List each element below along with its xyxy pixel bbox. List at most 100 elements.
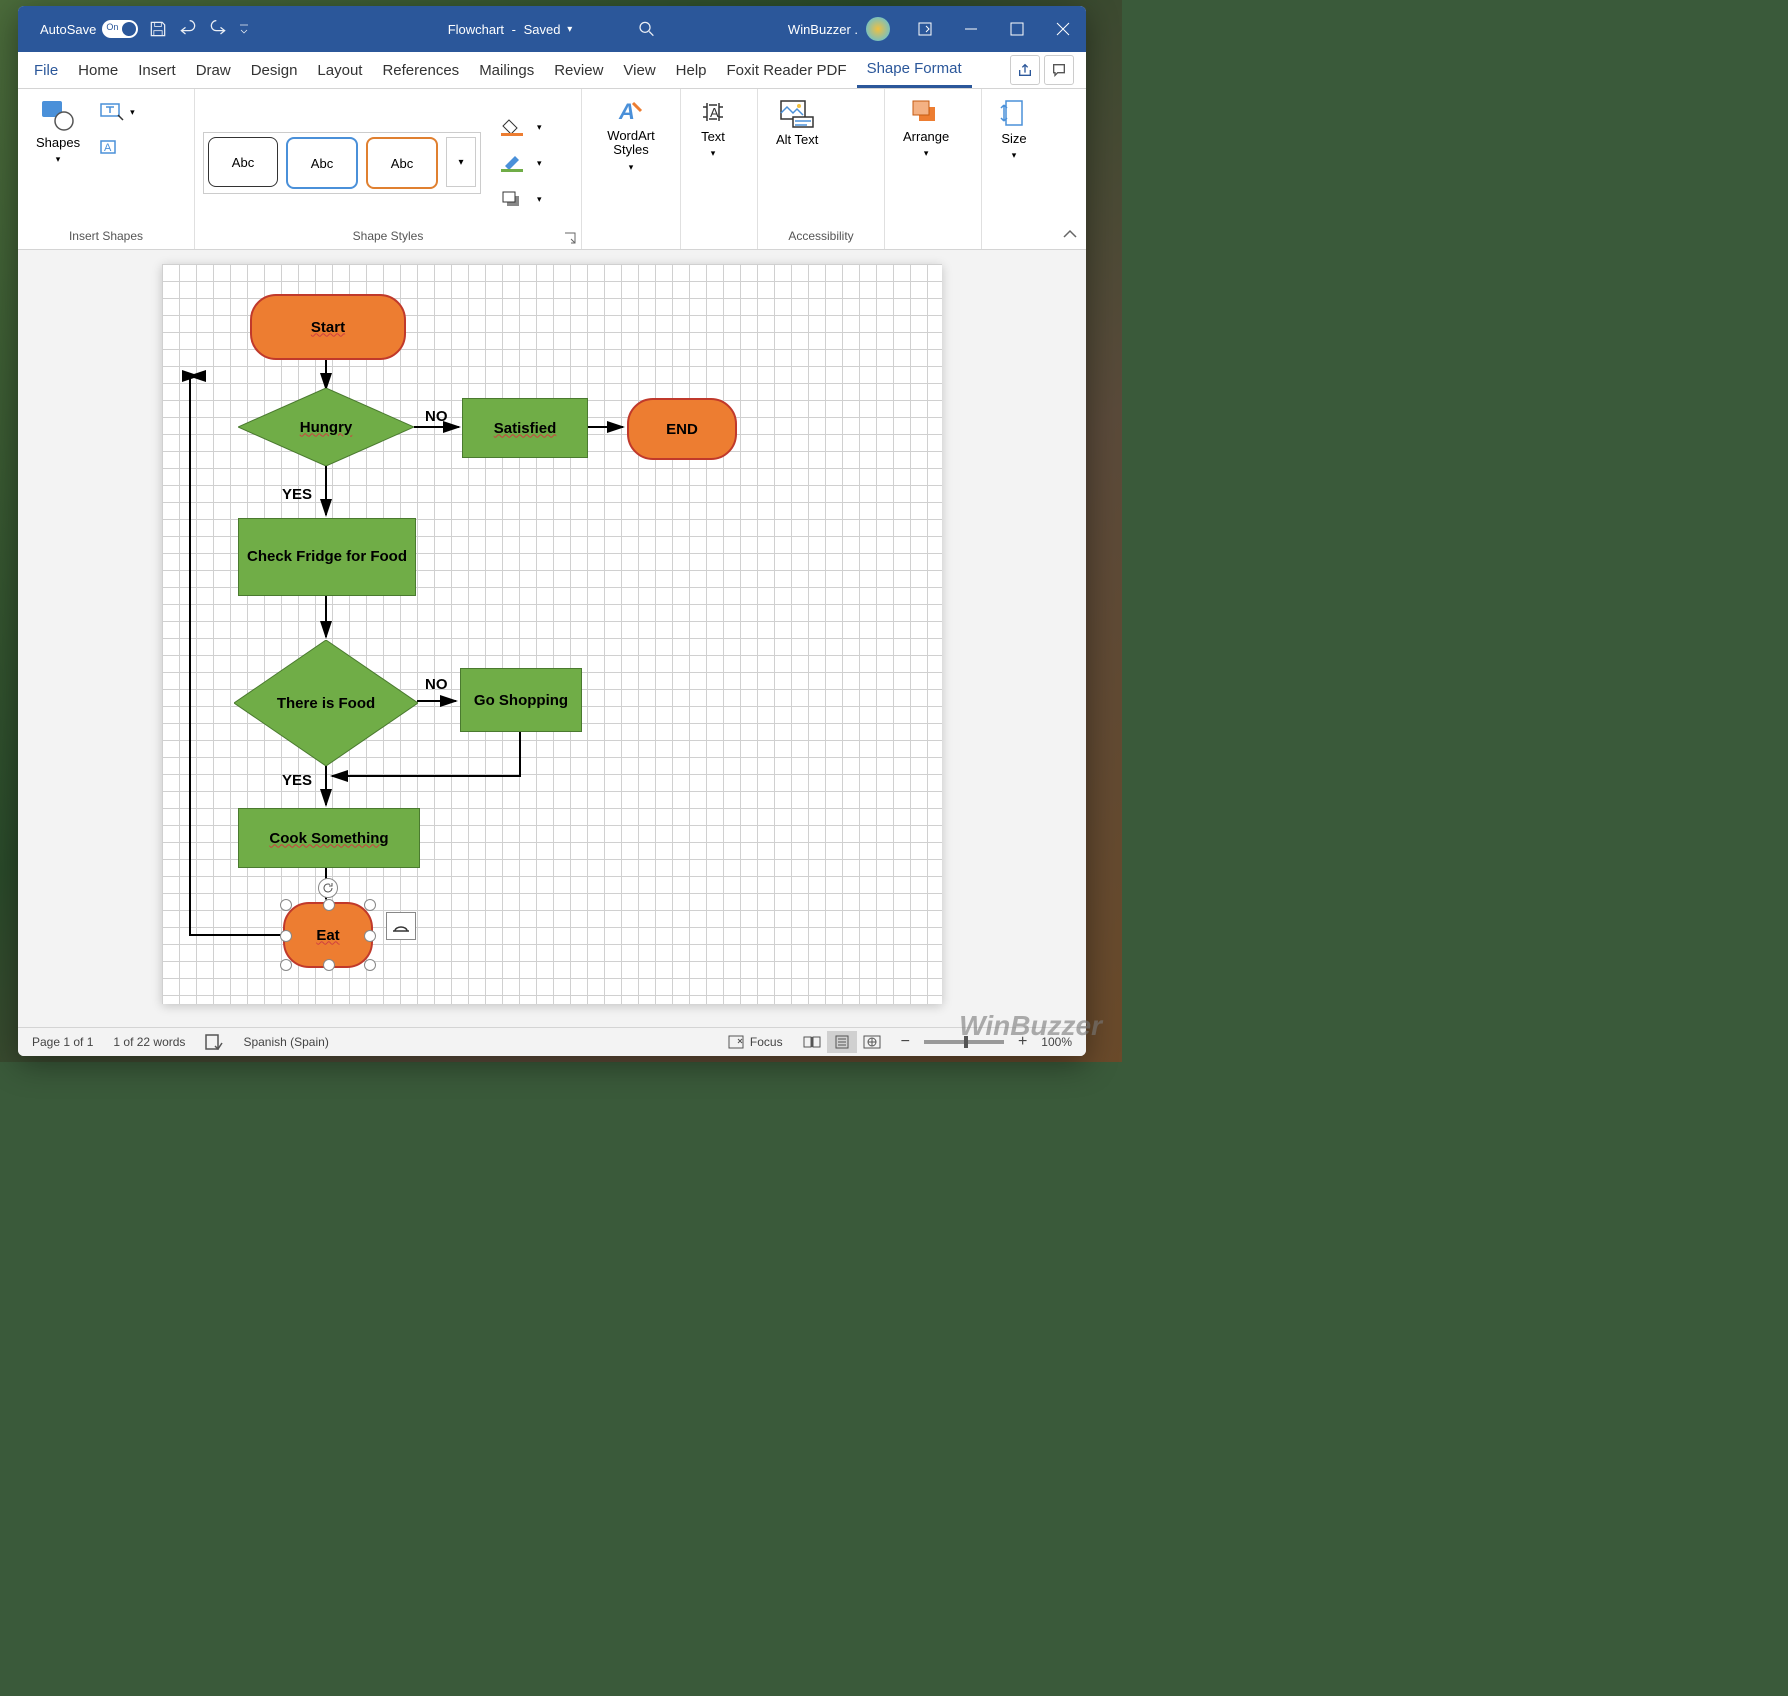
redo-icon[interactable] xyxy=(208,19,228,39)
size-label: Size xyxy=(1001,131,1026,146)
chevron-down-icon[interactable]: ▾ xyxy=(564,24,572,35)
svg-text:A: A xyxy=(618,99,635,124)
shape-outline-button[interactable]: ▾ xyxy=(497,150,546,176)
doc-title: Flowchart xyxy=(448,22,504,37)
collapse-ribbon-icon[interactable] xyxy=(1062,227,1078,243)
wordart-styles-button[interactable]: A WordArt Styles▾ xyxy=(590,93,672,175)
tab-view[interactable]: View xyxy=(613,52,665,88)
shape-end[interactable]: END xyxy=(627,398,737,460)
shape-cook[interactable]: Cook Something xyxy=(238,808,420,868)
status-words[interactable]: 1 of 22 words xyxy=(113,1035,185,1049)
status-language[interactable]: Spanish (Spain) xyxy=(243,1035,328,1049)
style-preview-3[interactable]: Abc xyxy=(366,137,438,189)
zoom-out-button[interactable]: − xyxy=(901,1033,910,1051)
resize-handle[interactable] xyxy=(280,899,292,911)
search-icon[interactable] xyxy=(636,19,656,39)
edge-yes-2: YES xyxy=(282,772,312,789)
shape-eat[interactable]: Eat xyxy=(283,902,373,968)
shape-effects-button[interactable]: ▾ xyxy=(497,186,546,212)
arrange-label: Arrange xyxy=(903,129,949,144)
comments-button[interactable] xyxy=(1044,55,1074,85)
resize-handle[interactable] xyxy=(364,930,376,942)
tab-mailings[interactable]: Mailings xyxy=(469,52,544,88)
share-button[interactable] xyxy=(1010,55,1040,85)
page[interactable]: Start Hungry NO YES Satisfied END Check … xyxy=(162,264,942,1004)
tab-shape-format[interactable]: Shape Format xyxy=(857,52,972,88)
edge-no-1: NO xyxy=(425,408,448,425)
avatar xyxy=(866,17,890,41)
shapes-gallery-button[interactable]: Shapes ▾ xyxy=(26,93,90,167)
user-name: WinBuzzer . xyxy=(788,22,858,37)
draw-textbox-button[interactable]: ▾ xyxy=(96,99,139,125)
status-page[interactable]: Page 1 of 1 xyxy=(32,1035,93,1049)
shape-satisfied[interactable]: Satisfied xyxy=(462,398,588,458)
doc-status[interactable]: Saved xyxy=(524,22,561,37)
watermark: WinBuzzer xyxy=(959,1010,1102,1042)
tab-file[interactable]: File xyxy=(24,52,68,88)
resize-handle[interactable] xyxy=(364,899,376,911)
rotate-handle[interactable] xyxy=(318,878,338,898)
autosave-label: AutoSave xyxy=(40,22,96,37)
resize-handle[interactable] xyxy=(280,930,292,942)
toggle-pill[interactable]: On xyxy=(102,20,138,38)
chevron-down-icon: ▾ xyxy=(56,154,61,165)
print-layout-button[interactable] xyxy=(827,1031,857,1053)
edge-no-2: NO xyxy=(425,676,448,693)
save-icon[interactable] xyxy=(148,19,168,39)
tab-layout[interactable]: Layout xyxy=(307,52,372,88)
resize-handle[interactable] xyxy=(323,959,335,971)
statusbar: Page 1 of 1 1 of 22 words Spanish (Spain… xyxy=(18,1027,1086,1056)
alt-text-button[interactable]: Alt Text xyxy=(766,93,828,149)
qat-customize-icon[interactable] xyxy=(238,19,250,39)
arrange-button[interactable]: Arrange▾ xyxy=(893,93,959,161)
wordart-label: WordArt Styles xyxy=(600,129,662,158)
shape-there-is-food[interactable]: There is Food xyxy=(234,640,418,766)
shape-hungry[interactable]: Hungry xyxy=(238,388,414,466)
tab-review[interactable]: Review xyxy=(544,52,613,88)
tab-design[interactable]: Design xyxy=(241,52,308,88)
minimize-button[interactable] xyxy=(948,6,994,52)
shape-start[interactable]: Start xyxy=(250,294,406,360)
web-layout-button[interactable] xyxy=(857,1031,887,1053)
alt-text-label: Alt Text xyxy=(776,133,818,147)
style-preview-2[interactable]: Abc xyxy=(286,137,358,189)
svg-text:A: A xyxy=(710,105,719,120)
resize-handle[interactable] xyxy=(364,959,376,971)
shape-check-fridge[interactable]: Check Fridge for Food xyxy=(238,518,416,596)
shapes-label: Shapes xyxy=(36,135,80,150)
shape-fill-button[interactable]: ▾ xyxy=(497,114,546,140)
text-button[interactable]: A Text▾ xyxy=(689,93,737,161)
gridlines xyxy=(162,264,942,1004)
ribbon: Shapes ▾ ▾ A Insert Shapes Abc Abc Abc ▾ xyxy=(18,89,1086,250)
edge-yes-1: YES xyxy=(282,486,312,503)
focus-mode[interactable]: Focus xyxy=(728,1035,783,1049)
style-gallery-more[interactable]: ▾ xyxy=(446,137,476,187)
close-button[interactable] xyxy=(1040,6,1086,52)
undo-icon[interactable] xyxy=(178,19,198,39)
dialog-launcher-icon[interactable] xyxy=(563,231,577,245)
resize-handle[interactable] xyxy=(323,899,335,911)
shape-go-shopping[interactable]: Go Shopping xyxy=(460,668,582,732)
tab-foxit[interactable]: Foxit Reader PDF xyxy=(717,52,857,88)
tab-insert[interactable]: Insert xyxy=(128,52,186,88)
tab-home[interactable]: Home xyxy=(68,52,128,88)
spellcheck-icon[interactable] xyxy=(205,1034,223,1050)
tab-help[interactable]: Help xyxy=(666,52,717,88)
document-area[interactable]: Start Hungry NO YES Satisfied END Check … xyxy=(18,250,1086,1027)
autosave-toggle[interactable]: AutoSave On xyxy=(40,20,138,38)
svg-text:A: A xyxy=(104,142,112,154)
style-preview-1[interactable]: Abc xyxy=(208,137,278,187)
titlebar: AutoSave On Flowchart - Saved ▾ WinBuzze… xyxy=(18,6,1086,52)
tab-draw[interactable]: Draw xyxy=(186,52,241,88)
layout-options-button[interactable] xyxy=(386,912,416,940)
ribbon-display-button[interactable] xyxy=(902,6,948,52)
read-mode-button[interactable] xyxy=(797,1031,827,1053)
group-label-shape-styles: Shape Styles xyxy=(203,225,573,249)
tab-references[interactable]: References xyxy=(372,52,469,88)
resize-handle[interactable] xyxy=(280,959,292,971)
user-account[interactable]: WinBuzzer . xyxy=(776,17,902,41)
size-button[interactable]: Size▾ xyxy=(990,93,1038,163)
group-label-insert-shapes: Insert Shapes xyxy=(26,225,186,249)
maximize-button[interactable] xyxy=(994,6,1040,52)
edit-shape-button[interactable]: A xyxy=(96,133,139,159)
